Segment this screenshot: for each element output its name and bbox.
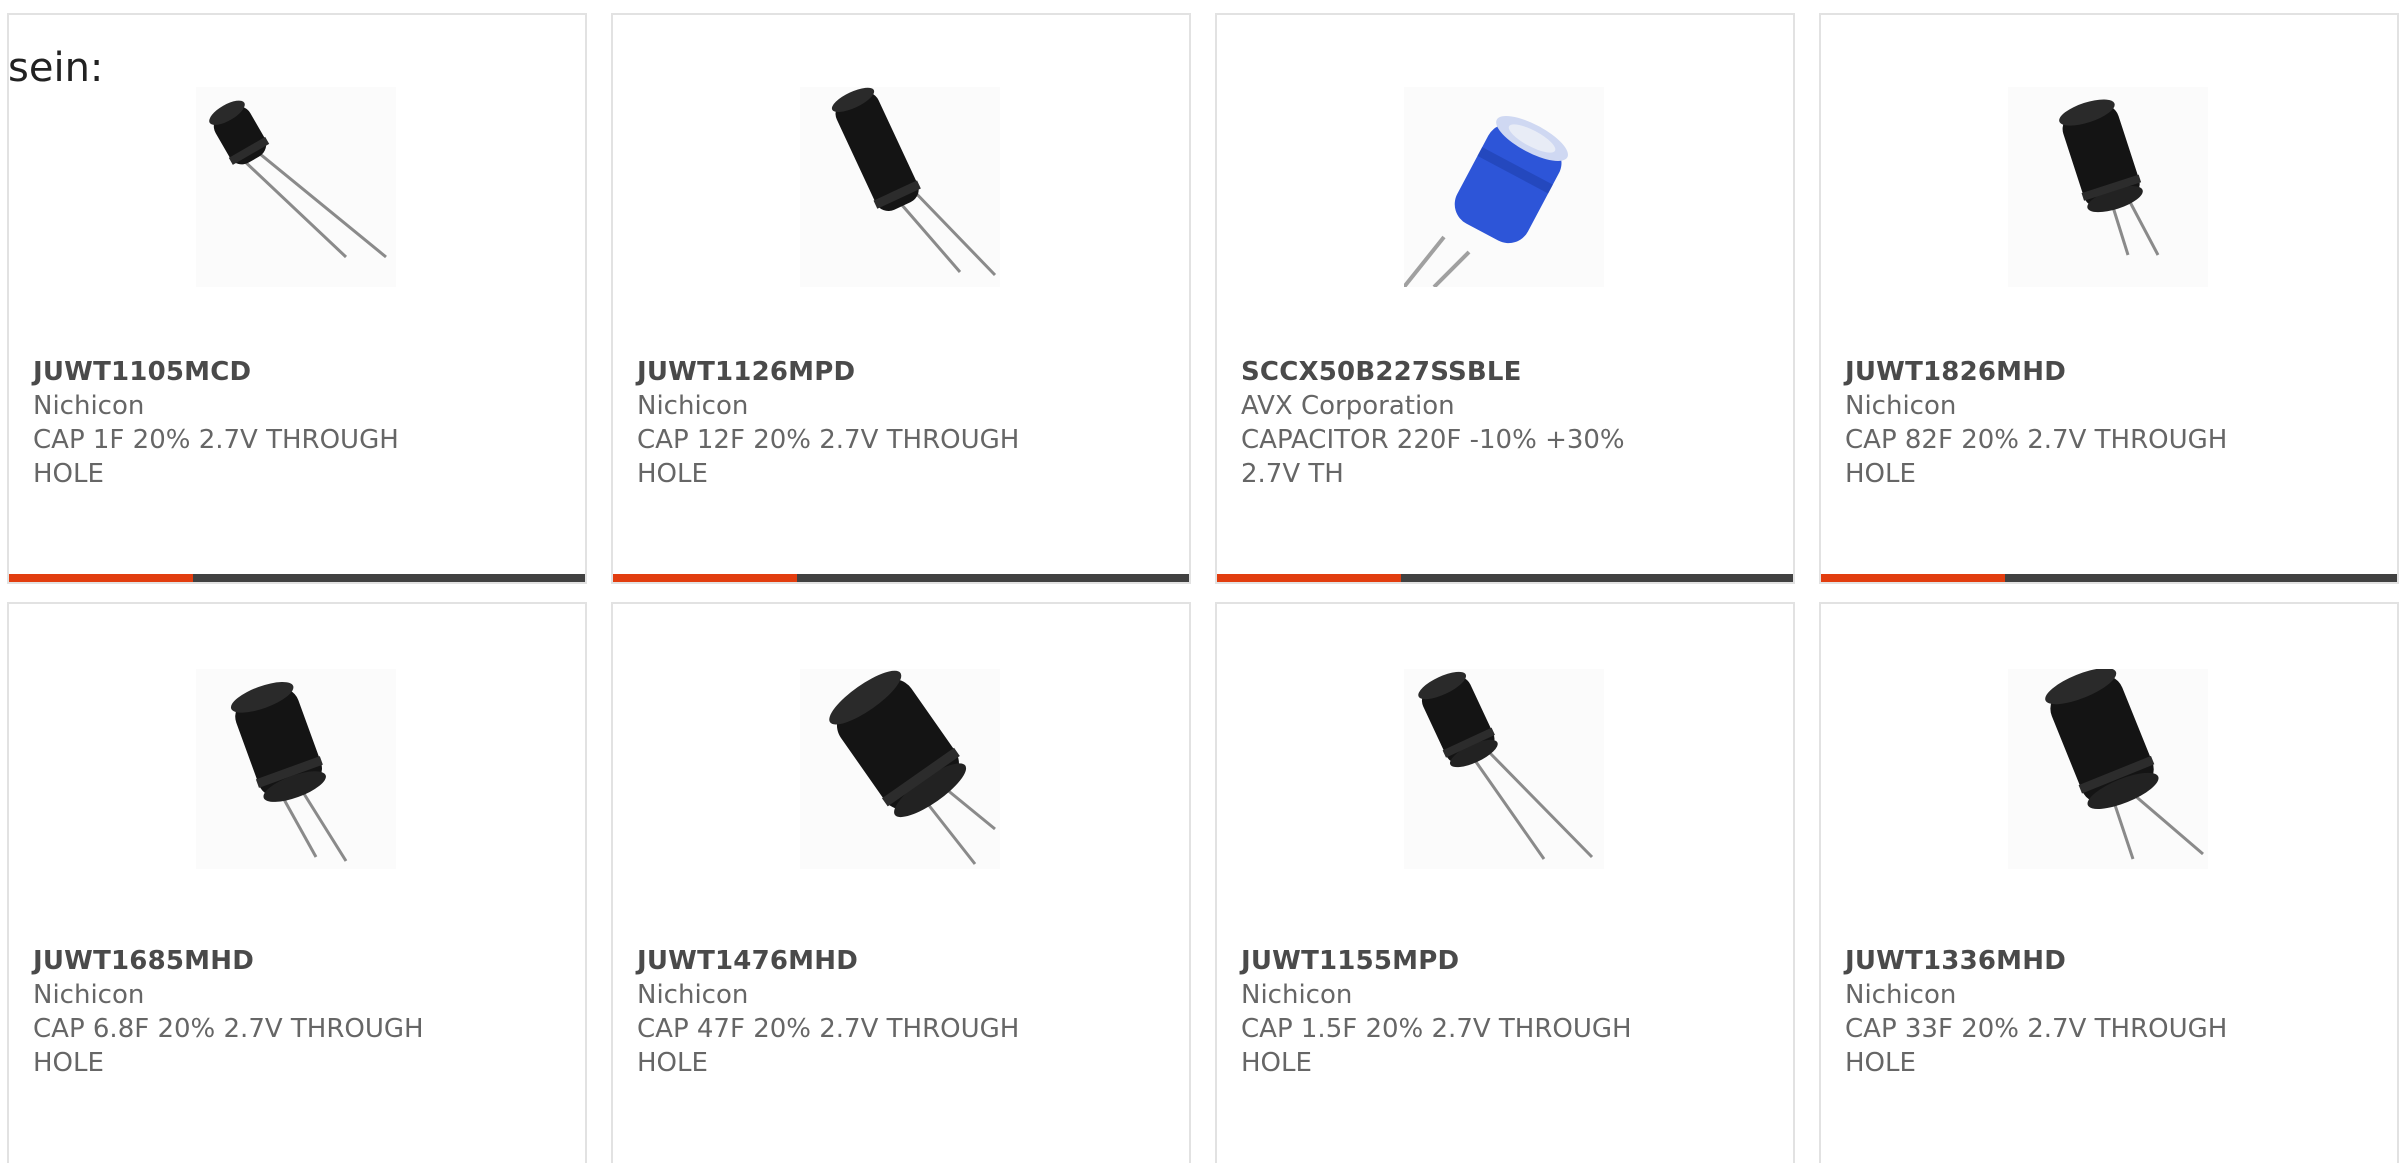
product-info: JUWT1105MCD Nichicon CAP 1F 20% 2.7V THR… bbox=[33, 355, 453, 491]
description-line: CAP 6.8F 20% 2.7V THROUGH bbox=[33, 1014, 424, 1044]
product-info: JUWT1826MHD Nichicon CAP 82F 20% 2.7V TH… bbox=[1845, 355, 2265, 491]
product-info: JUWT1126MPD Nichicon CAP 12F 20% 2.7V TH… bbox=[637, 355, 1057, 491]
manufacturer-name: Nichicon bbox=[33, 391, 145, 421]
part-number-link[interactable]: JUWT1685MHD bbox=[33, 944, 453, 978]
part-number-link[interactable]: SCCX50B227SSBLE bbox=[1241, 355, 1661, 389]
manufacturer-name: AVX Corporation bbox=[1241, 391, 1455, 421]
part-number-link[interactable]: JUWT1105MCD bbox=[33, 355, 453, 389]
product-info: JUWT1155MPD Nichicon CAP 1.5F 20% 2.7V T… bbox=[1241, 944, 1661, 1080]
description-line: HOLE bbox=[33, 1048, 104, 1078]
product-grid-page: sein: JUWT1105MCD Nichicon CAP 1F 20% 2.… bbox=[0, 0, 2400, 1163]
progress-fill bbox=[9, 574, 194, 582]
description-line: CAP 47F 20% 2.7V THROUGH bbox=[637, 1014, 1020, 1044]
product-card[interactable]: JUWT1336MHD Nichicon CAP 33F 20% 2.7V TH… bbox=[1819, 602, 2399, 1163]
product-info: SCCX50B227SSBLE AVX Corporation CAPACITO… bbox=[1241, 355, 1661, 491]
capacitor-image-icon[interactable] bbox=[1404, 87, 1604, 287]
manufacturer-name: Nichicon bbox=[1845, 980, 1957, 1010]
capacitor-image-icon[interactable] bbox=[800, 669, 1000, 869]
capacitor-image-icon[interactable] bbox=[2008, 669, 2208, 869]
product-card[interactable]: JUWT1685MHD Nichicon CAP 6.8F 20% 2.7V T… bbox=[7, 602, 587, 1163]
capacitor-image-icon[interactable] bbox=[196, 669, 396, 869]
description-line: CAP 12F 20% 2.7V THROUGH bbox=[637, 425, 1020, 455]
part-number-link[interactable]: JUWT1476MHD bbox=[637, 944, 1057, 978]
product-card[interactable]: JUWT1105MCD Nichicon CAP 1F 20% 2.7V THR… bbox=[7, 13, 587, 584]
progress-fill bbox=[1217, 574, 1402, 582]
description-line: HOLE bbox=[1241, 1048, 1312, 1078]
description-line: CAP 82F 20% 2.7V THROUGH bbox=[1845, 425, 2228, 455]
description-line: CAP 1.5F 20% 2.7V THROUGH bbox=[1241, 1014, 1632, 1044]
progress-bar bbox=[1821, 574, 2397, 582]
part-number-link[interactable]: JUWT1336MHD bbox=[1845, 944, 2265, 978]
product-info: JUWT1476MHD Nichicon CAP 47F 20% 2.7V TH… bbox=[637, 944, 1057, 1080]
manufacturer-name: Nichicon bbox=[637, 980, 749, 1010]
product-info: JUWT1336MHD Nichicon CAP 33F 20% 2.7V TH… bbox=[1845, 944, 2265, 1080]
progress-bar bbox=[613, 574, 1189, 582]
progress-bar bbox=[1217, 574, 1793, 582]
part-number-link[interactable]: JUWT1126MPD bbox=[637, 355, 1057, 389]
product-card[interactable]: JUWT1155MPD Nichicon CAP 1.5F 20% 2.7V T… bbox=[1215, 602, 1795, 1163]
capacitor-image-icon[interactable] bbox=[1404, 669, 1604, 869]
description-line: HOLE bbox=[33, 459, 104, 489]
progress-fill bbox=[613, 574, 798, 582]
description-line: CAPACITOR 220F -10% +30% bbox=[1241, 425, 1625, 455]
description-line: HOLE bbox=[1845, 459, 1916, 489]
description-line: 2.7V TH bbox=[1241, 459, 1344, 489]
manufacturer-name: Nichicon bbox=[33, 980, 145, 1010]
intro-text: sein: bbox=[8, 45, 104, 91]
product-card[interactable]: JUWT1476MHD Nichicon CAP 47F 20% 2.7V TH… bbox=[611, 602, 1191, 1163]
description-line: CAP 1F 20% 2.7V THROUGH bbox=[33, 425, 399, 455]
product-card[interactable]: SCCX50B227SSBLE AVX Corporation CAPACITO… bbox=[1215, 13, 1795, 584]
capacitor-image-icon[interactable] bbox=[2008, 87, 2208, 287]
description-line: CAP 33F 20% 2.7V THROUGH bbox=[1845, 1014, 2228, 1044]
product-card[interactable]: JUWT1126MPD Nichicon CAP 12F 20% 2.7V TH… bbox=[611, 13, 1191, 584]
product-card[interactable]: JUWT1826MHD Nichicon CAP 82F 20% 2.7V TH… bbox=[1819, 13, 2399, 584]
description-line: HOLE bbox=[637, 1048, 708, 1078]
progress-bar bbox=[9, 574, 585, 582]
manufacturer-name: Nichicon bbox=[637, 391, 749, 421]
product-info: JUWT1685MHD Nichicon CAP 6.8F 20% 2.7V T… bbox=[33, 944, 453, 1080]
manufacturer-name: Nichicon bbox=[1845, 391, 1957, 421]
description-line: HOLE bbox=[637, 459, 708, 489]
part-number-link[interactable]: JUWT1155MPD bbox=[1241, 944, 1661, 978]
capacitor-image-icon[interactable] bbox=[196, 87, 396, 287]
manufacturer-name: Nichicon bbox=[1241, 980, 1353, 1010]
capacitor-image-icon[interactable] bbox=[800, 87, 1000, 287]
part-number-link[interactable]: JUWT1826MHD bbox=[1845, 355, 2265, 389]
progress-fill bbox=[1821, 574, 2006, 582]
description-line: HOLE bbox=[1845, 1048, 1916, 1078]
